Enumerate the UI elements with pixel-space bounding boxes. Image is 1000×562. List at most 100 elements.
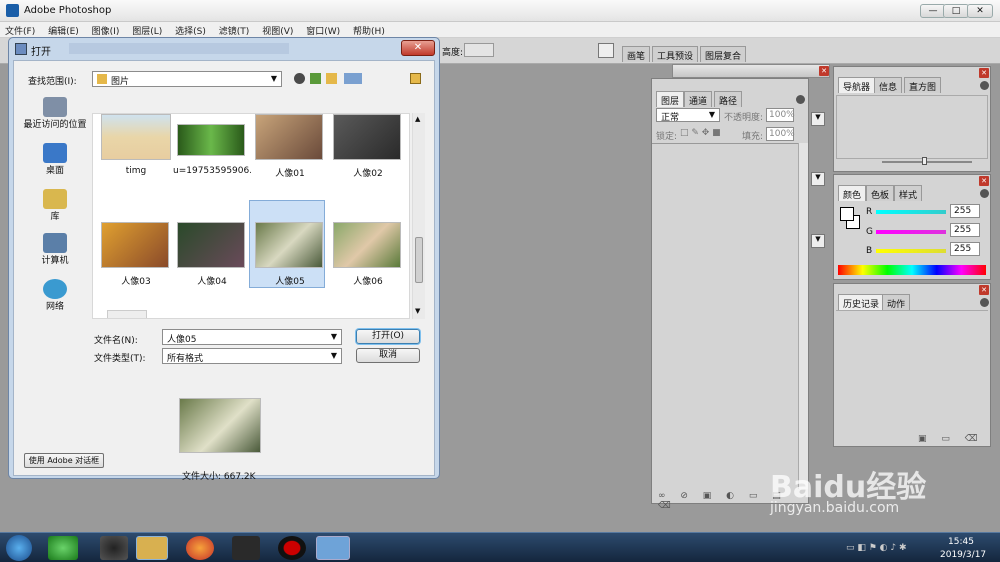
thumbnail-timg[interactable]	[101, 114, 171, 160]
back-icon[interactable]	[294, 73, 305, 84]
tab-layers[interactable]: 图层	[656, 91, 685, 107]
panel-menu-icon[interactable]	[980, 298, 989, 307]
recorder-icon[interactable]	[278, 536, 306, 560]
zoom-slider-thumb[interactable]	[922, 157, 927, 165]
history-list[interactable]	[836, 310, 988, 432]
tab-brushes[interactable]: 画笔	[622, 46, 651, 62]
tab-info[interactable]: 信息	[874, 77, 903, 93]
next-row-thumbnail[interactable]	[107, 310, 147, 318]
file-list-scrollbar[interactable]: ▲ ▼	[412, 113, 425, 319]
place-network[interactable]: 网络	[18, 279, 92, 312]
maximize-button[interactable]: □	[943, 4, 969, 18]
qq-icon[interactable]	[100, 536, 128, 560]
filetype-select[interactable]: 所有格式 ▼	[162, 348, 342, 364]
channel-r-input[interactable]: 255	[950, 204, 980, 218]
close-icon[interactable]: ✕	[979, 176, 989, 186]
thumbnail-portrait03[interactable]	[101, 222, 169, 268]
up-folder-icon[interactable]	[310, 73, 321, 84]
palette-well-icon[interactable]	[598, 43, 614, 58]
open-button[interactable]: 打开(O)	[356, 329, 420, 344]
place-desktop[interactable]: 桌面	[18, 143, 92, 176]
tab-tool-presets[interactable]: 工具预设	[652, 46, 699, 62]
scroll-thumb[interactable]	[415, 237, 423, 283]
thumbnail-portrait04[interactable]	[177, 222, 245, 268]
tab-histogram[interactable]: 直方图	[904, 77, 942, 93]
chevron-down-icon: ▼	[330, 332, 338, 341]
close-icon[interactable]: ✕	[979, 68, 989, 78]
opacity-label: 不透明度:	[724, 113, 764, 123]
channel-b-input[interactable]: 255	[950, 242, 980, 256]
height-input[interactable]	[464, 43, 494, 57]
color-ramp[interactable]	[838, 265, 986, 275]
thumbnail-u1975[interactable]	[177, 124, 245, 156]
file-label-portrait04: 人像04	[197, 277, 227, 287]
file-list[interactable]: timg u=19753595906... 人像01 人像02 人像03 人像0…	[92, 113, 410, 319]
fill-value: 100%	[769, 129, 795, 139]
start-button[interactable]	[6, 535, 32, 561]
side-dropdown-3[interactable]: ▼	[811, 234, 825, 248]
foreground-color-swatch[interactable]	[840, 207, 854, 221]
channel-g-value: 255	[954, 225, 972, 235]
lookin-combo[interactable]: 图片 ▼	[92, 71, 282, 87]
desktop-folder-icon[interactable]	[410, 73, 421, 84]
channel-r-slider[interactable]	[876, 210, 946, 214]
close-icon[interactable]: ✕	[819, 66, 829, 76]
zoom-slider[interactable]	[882, 161, 972, 163]
side-dropdown-1[interactable]: ▼	[811, 112, 825, 126]
blend-mode-select[interactable]: 正常 ▼	[656, 108, 720, 123]
channel-g-input[interactable]: 255	[950, 223, 980, 237]
channel-g-slider[interactable]	[876, 230, 946, 234]
tab-layer-comps[interactable]: 图层复合	[700, 46, 747, 62]
photoshop-taskbar-icon[interactable]	[316, 536, 350, 560]
place-recent[interactable]: 最近访问的位置	[18, 97, 92, 130]
fill-input[interactable]: 100%	[766, 127, 795, 141]
browser-360-icon[interactable]	[48, 536, 78, 560]
thumbnail-portrait01[interactable]	[255, 114, 323, 160]
scroll-up-icon[interactable]: ▲	[415, 115, 420, 123]
layers-scrollbar[interactable]	[798, 143, 808, 489]
new-folder-icon[interactable]	[326, 73, 337, 84]
side-dropdown-2[interactable]: ▼	[811, 172, 825, 186]
cancel-button[interactable]: 取消	[356, 348, 420, 363]
filename-input[interactable]: 人像05 ▼	[162, 329, 342, 345]
explorer-icon[interactable]	[136, 536, 168, 560]
desktop-icon	[43, 143, 67, 163]
thumbnail-portrait05[interactable]	[255, 222, 323, 268]
place-libraries-label: 库	[50, 212, 60, 222]
filename-value: 人像05	[167, 335, 197, 345]
dialog-close-button[interactable]: ✕	[401, 40, 435, 56]
history-panel: ✕ 历史记录 动作 ▣ ▭ ⌫	[833, 283, 991, 447]
tab-color[interactable]: 颜色	[838, 185, 867, 201]
channel-g-label: G	[866, 227, 873, 237]
panel-menu-icon[interactable]	[980, 189, 989, 198]
tab-actions[interactable]: 动作	[882, 294, 911, 310]
place-libraries[interactable]: 库	[18, 189, 92, 222]
scroll-down-icon[interactable]: ▼	[415, 307, 420, 315]
tab-styles[interactable]: 样式	[894, 185, 923, 201]
place-computer[interactable]: 计算机	[18, 233, 92, 266]
tab-swatches[interactable]: 色板	[866, 185, 895, 201]
opacity-input[interactable]: 100%	[766, 108, 795, 122]
tab-navigator[interactable]: 导航器	[838, 77, 876, 93]
tray-icons[interactable]: ▭ ◧ ⚑ ◐ ♪ ✱	[846, 543, 907, 553]
navigator-preview[interactable]	[836, 95, 988, 159]
thumbnail-portrait02[interactable]	[333, 114, 401, 160]
close-icon[interactable]: ✕	[979, 285, 989, 295]
thumbnail-portrait06[interactable]	[333, 222, 401, 268]
tab-paths[interactable]: 路径	[714, 91, 743, 107]
firefox-icon[interactable]	[186, 536, 214, 560]
panel-menu-icon[interactable]	[980, 81, 989, 90]
lock-icons[interactable]: □ ✎ ✥ ■	[680, 128, 721, 138]
tab-channels[interactable]: 通道	[684, 91, 713, 107]
view-menu-icon[interactable]	[344, 73, 362, 84]
panel-menu-icon[interactable]	[796, 95, 805, 104]
history-footer-icons[interactable]: ▣ ▭ ⌫	[918, 434, 983, 444]
navigator-panel: ✕ 导航器 信息 直方图	[833, 66, 991, 172]
close-button[interactable]: ✕	[967, 4, 993, 18]
layers-list[interactable]	[652, 143, 798, 489]
tab-history[interactable]: 历史记录	[838, 294, 885, 310]
library-icon	[43, 189, 67, 209]
adobe-dialog-button[interactable]: 使用 Adobe 对话框	[24, 453, 104, 468]
channel-b-slider[interactable]	[876, 249, 946, 253]
media-app-icon[interactable]	[232, 536, 260, 560]
